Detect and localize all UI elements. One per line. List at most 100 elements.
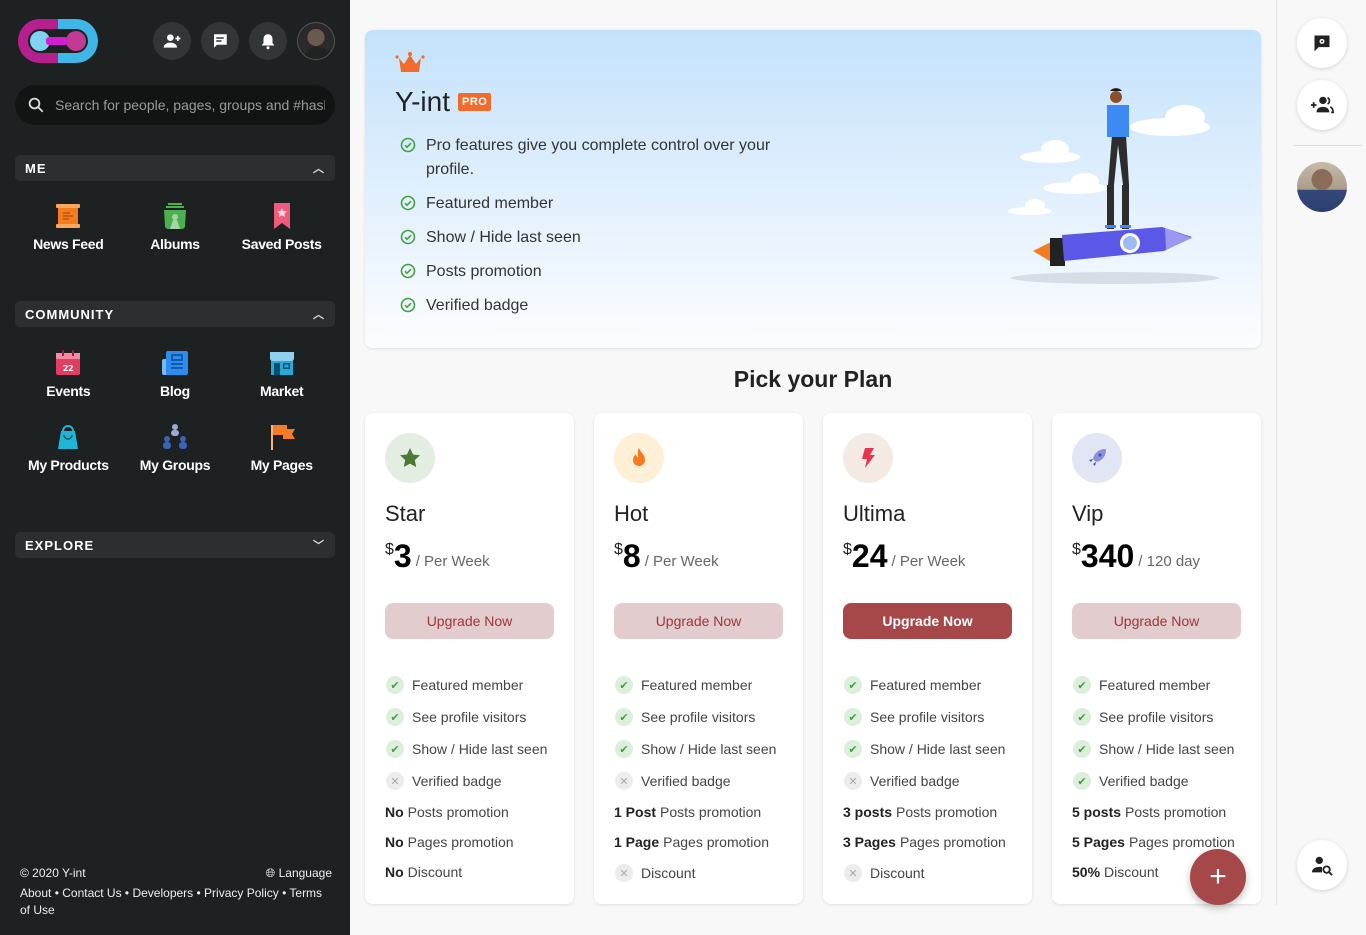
chat-settings-button[interactable]: [1297, 18, 1347, 68]
sidebar-item-news-feed[interactable]: News Feed: [15, 202, 122, 252]
star-icon: [400, 448, 420, 468]
sidebar-item-label: News Feed: [33, 236, 104, 252]
footer-link-developers[interactable]: Developers: [132, 886, 193, 900]
contact-avatar[interactable]: [1297, 162, 1347, 212]
pro-badge: PRO: [458, 93, 492, 111]
calendar-icon: 22: [54, 349, 82, 377]
extra-label: Posts promotion: [1125, 804, 1227, 820]
plan-icon-badge: [1072, 433, 1122, 483]
globe-icon: 🌐︎: [265, 866, 279, 880]
footer-link-privacy[interactable]: Privacy Policy: [204, 886, 279, 900]
search-input[interactable]: [55, 97, 325, 113]
sidebar-item-market[interactable]: Market: [228, 349, 335, 399]
price-period: / Per Week: [415, 553, 490, 570]
check-icon: ✔: [1073, 676, 1091, 694]
sidebar-item-albums[interactable]: Albums: [122, 202, 229, 252]
section-explore-header[interactable]: EXPLORE ﹀: [15, 532, 335, 558]
footer-link-about[interactable]: About: [20, 886, 51, 900]
check-icon: ✔: [615, 676, 633, 694]
sidebar-item-label: Albums: [150, 236, 200, 252]
plan-feature: ✕ Verified badge: [615, 765, 783, 797]
section-community-header[interactable]: COMMUNITY ︿: [15, 301, 335, 327]
sidebar-item-my-products[interactable]: My Products: [15, 423, 122, 473]
plan-card-vip: Vip $340/ 120 day Upgrade Now ✔ Featured …: [1052, 413, 1261, 904]
right-rail: [1276, 0, 1366, 905]
extra-label: Discount: [407, 864, 463, 880]
currency: $: [614, 541, 623, 558]
plan-name: Star: [385, 501, 426, 526]
check-icon: ✔: [1073, 708, 1091, 726]
plan-name: Vip: [1072, 501, 1104, 526]
extra-label: Discount: [641, 865, 696, 881]
blog-icon: [161, 349, 189, 377]
feature-label: Featured member: [412, 677, 524, 693]
plan-price: $340/ 120 day: [1072, 539, 1241, 573]
currency: $: [385, 541, 394, 558]
fire-icon: [633, 448, 645, 466]
shopping-bag-icon: [54, 423, 82, 451]
check-icon: ✔: [615, 708, 633, 726]
hero-feature-list: Pro features give you complete control o…: [400, 134, 820, 328]
upgrade-button[interactable]: Upgrade Now: [614, 603, 783, 639]
upgrade-button[interactable]: Upgrade Now: [385, 603, 554, 639]
me-grid: News Feed Albums Saved Posts: [15, 202, 335, 252]
find-people-button[interactable]: [1297, 840, 1347, 890]
sidebar-item-my-pages[interactable]: My Pages: [228, 423, 335, 473]
language-link[interactable]: 🌐︎ Language: [266, 865, 332, 882]
plan-icon-badge: [614, 433, 664, 483]
logo[interactable]: [15, 16, 101, 66]
hero-feature-text: Posts promotion: [426, 263, 542, 280]
sidebar-item-label: My Products: [27, 457, 109, 473]
plan-price: $8/ Per Week: [614, 539, 783, 573]
check-circle-icon: [400, 195, 416, 211]
chevron-up-icon: ︿: [313, 163, 325, 175]
feature-label: See profile visitors: [412, 709, 527, 725]
sidebar-item-saved-posts[interactable]: Saved Posts: [228, 202, 335, 252]
sidebar-item-label: Events: [46, 383, 91, 399]
close-icon: ✕: [844, 772, 862, 790]
extra-value: 3 posts: [843, 804, 893, 820]
plan-extra: ✕ Discount: [615, 857, 783, 889]
plan-features: ✔ Featured member ✔ See profile visitors ✔…: [614, 669, 783, 889]
footer-link-contact[interactable]: Contact Us: [62, 886, 121, 900]
plan-extra: No Pages promotion: [385, 827, 554, 857]
check-icon: ✔: [615, 740, 633, 758]
create-group-button[interactable]: [1297, 80, 1347, 130]
hero-feature: Verified badge: [400, 294, 820, 318]
brand-name: Y-int: [395, 86, 451, 117]
upgrade-button[interactable]: Upgrade Now: [843, 603, 1012, 639]
pick-plan-title: Pick your Plan: [733, 366, 893, 392]
sidebar-item-my-groups[interactable]: My Groups: [122, 423, 229, 473]
add-friend-button[interactable]: [153, 22, 191, 60]
message-icon: [213, 34, 227, 48]
extra-label: Posts promotion: [407, 804, 509, 820]
sidebar-item-events[interactable]: 22 Events: [15, 349, 122, 399]
extra-value: 50%: [1072, 864, 1101, 880]
plans-list: Star $3/ Per Week Upgrade Now ✔ Featured …: [365, 413, 1261, 904]
notifications-button[interactable]: [249, 22, 287, 60]
albums-icon: [161, 202, 189, 230]
user-avatar[interactable]: [297, 22, 335, 60]
sidebar-item-blog[interactable]: Blog: [122, 349, 229, 399]
flag-icon: [268, 423, 296, 451]
plan-extra: 1 Post Posts promotion: [614, 797, 783, 827]
check-icon: ✔: [386, 676, 404, 694]
price-period: / Per Week: [891, 553, 966, 570]
hero-title: Y-int PRO: [395, 86, 492, 118]
extra-label: Pages promotion: [1128, 834, 1235, 850]
check-icon: ✔: [386, 708, 404, 726]
sidebar-item-label: Saved Posts: [241, 236, 322, 252]
plan-extra: 1 Page Pages promotion: [614, 827, 783, 857]
feature-label: See profile visitors: [641, 709, 756, 725]
section-title: COMMUNITY: [25, 306, 115, 322]
hero-feature: Posts promotion: [400, 260, 820, 284]
messages-button[interactable]: [201, 22, 239, 60]
price-period: / 120 day: [1138, 553, 1201, 570]
feature-label: Verified badge: [870, 773, 960, 789]
upgrade-button[interactable]: Upgrade Now: [1072, 603, 1241, 639]
chat-settings-icon: [1314, 35, 1330, 52]
feature-label: See profile visitors: [1099, 709, 1214, 725]
plan-feature: ✔ Featured member: [1073, 669, 1241, 701]
create-fab-button[interactable]: +: [1190, 849, 1246, 905]
section-me-header[interactable]: ME ︿: [15, 155, 335, 181]
